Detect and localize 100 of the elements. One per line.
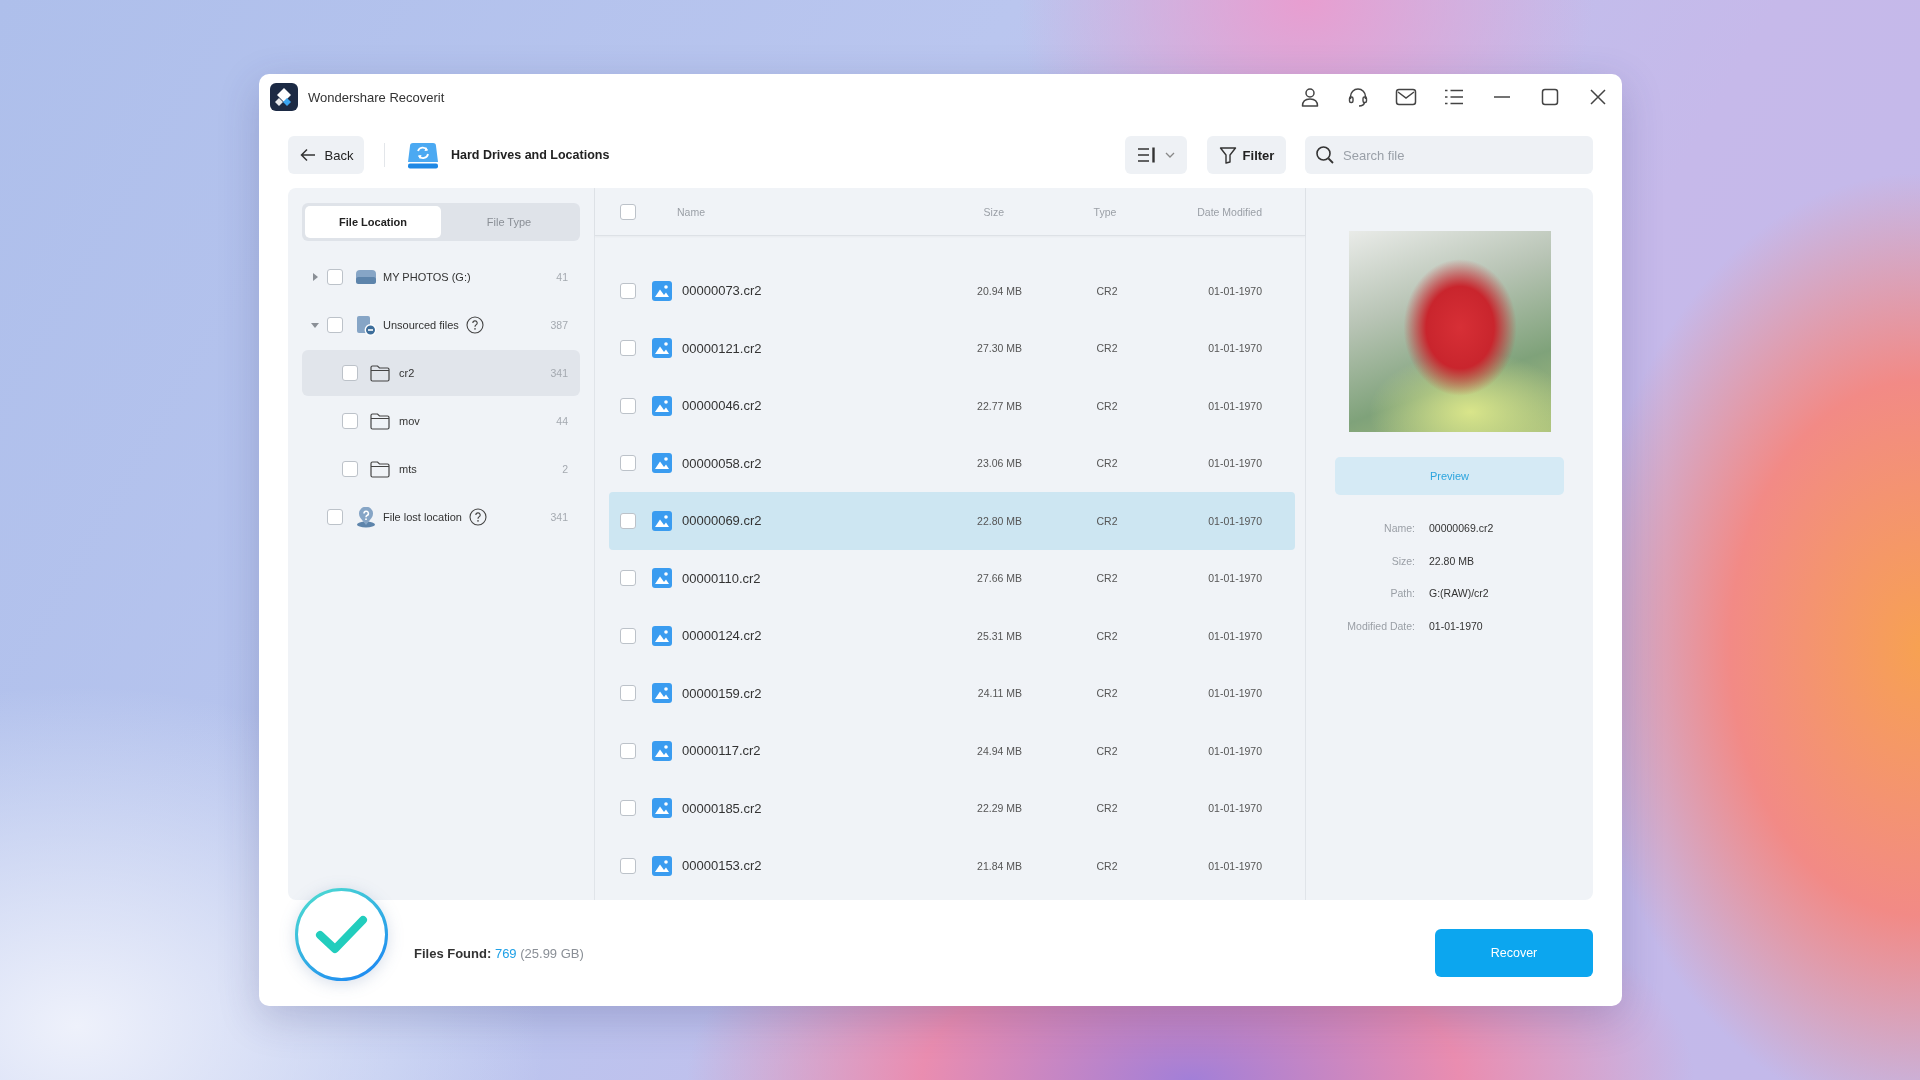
help-icon[interactable] [465, 316, 484, 334]
item-count: 2 [562, 463, 568, 475]
tree-item[interactable]: MY PHOTOS (G:) 41 [302, 254, 580, 300]
file-row[interactable]: 00000073.cr2 20.94 MB CR2 01-01-1970 [609, 262, 1295, 320]
file-row[interactable]: 00000185.cr2 22.29 MB CR2 01-01-1970 [609, 779, 1295, 837]
checkbox[interactable] [327, 269, 343, 285]
checkbox[interactable] [620, 857, 636, 874]
folder-icon [370, 460, 390, 478]
date-modified: 01-01-1970 [1207, 342, 1262, 355]
tree-item-label: MY PHOTOS (G:) [383, 271, 471, 283]
mail-icon[interactable] [1395, 86, 1417, 108]
tree-item[interactable]: mts 2 [302, 446, 580, 492]
tree-item-label: Unsourced files [383, 319, 459, 331]
date-modified: 01-01-1970 [1207, 514, 1262, 527]
scan-complete-icon [294, 887, 389, 982]
tab[interactable]: File Location [305, 206, 441, 238]
detail-value: 22.80 MB [1429, 554, 1475, 567]
caret-icon[interactable] [311, 321, 319, 329]
checkbox[interactable] [342, 413, 358, 429]
file-type: CR2 [1095, 572, 1119, 585]
date-modified: 01-01-1970 [1207, 629, 1262, 642]
file-name: 00000110.cr2 [682, 570, 762, 586]
files-found-summary: Files Found: 769 (25.99 GB) [414, 945, 584, 961]
file-size: 21.84 MB [976, 859, 1022, 872]
file-type: CR2 [1095, 514, 1119, 527]
tree-item[interactable]: Unsourced files 387 [302, 302, 580, 348]
image-file-icon [652, 855, 672, 876]
file-type: CR2 [1095, 859, 1119, 872]
caret-icon[interactable] [311, 273, 319, 281]
user-icon[interactable] [1299, 86, 1321, 108]
filter-button[interactable]: Filter [1207, 136, 1286, 174]
file-row[interactable]: 00000121.cr2 27.30 MB CR2 01-01-1970 [609, 319, 1295, 377]
window-title: Wondershare Recoverit [308, 89, 445, 105]
file-type: CR2 [1095, 399, 1119, 412]
item-count: 44 [556, 415, 568, 427]
detail-value: 01-01-1970 [1429, 619, 1484, 632]
file-name: 00000124.cr2 [682, 628, 763, 644]
date-modified: 01-01-1970 [1207, 744, 1262, 757]
folder-icon [370, 412, 390, 430]
app-logo-icon [270, 83, 298, 111]
file-name: 00000069.cr2 [682, 513, 763, 529]
checkbox[interactable] [620, 512, 636, 529]
tree-item-label: cr2 [399, 367, 415, 379]
checkbox[interactable] [620, 570, 636, 587]
checkbox[interactable] [327, 317, 343, 333]
checkbox[interactable] [620, 455, 636, 472]
checkbox[interactable] [620, 742, 636, 759]
checkbox[interactable] [620, 340, 636, 357]
checkbox[interactable] [620, 685, 636, 702]
search-field[interactable]: Search file [1305, 136, 1593, 174]
date-modified: 01-01-1970 [1207, 572, 1262, 585]
date-modified: 01-01-1970 [1207, 284, 1262, 297]
file-row[interactable]: 00000058.cr2 23.06 MB CR2 01-01-1970 [609, 434, 1295, 492]
file-row[interactable]: 00000159.cr2 24.11 MB CR2 01-01-1970 [609, 664, 1295, 722]
date-modified: 01-01-1970 [1207, 802, 1262, 815]
tree-item-label: File lost location [383, 511, 462, 523]
date-modified: 01-01-1970 [1207, 457, 1262, 470]
maximize-icon[interactable] [1539, 86, 1561, 108]
file-name: 00000121.cr2 [682, 340, 763, 356]
tree-item[interactable]: File lost location 341 [302, 494, 580, 540]
tree-item[interactable]: mov 44 [302, 398, 580, 444]
checkbox[interactable] [342, 461, 358, 477]
checkbox[interactable] [620, 800, 636, 817]
file-type: CR2 [1095, 629, 1119, 642]
detail-label: Name: [1383, 522, 1415, 535]
headset-icon[interactable] [1347, 86, 1369, 108]
help-icon[interactable] [468, 508, 487, 526]
detail-label: Size: [1390, 554, 1415, 567]
image-file-icon [652, 798, 672, 819]
file-size: 25.31 MB [976, 629, 1022, 642]
drive-icon [355, 269, 377, 285]
image-file-icon [652, 280, 672, 301]
checkbox[interactable] [327, 509, 343, 525]
back-button[interactable]: Back [288, 136, 364, 174]
file-row[interactable]: 00000110.cr2 27.66 MB CR2 01-01-1970 [609, 549, 1295, 607]
file-name: 00000073.cr2 [682, 283, 763, 299]
image-file-icon [652, 683, 672, 704]
file-size: 23.06 MB [976, 457, 1022, 470]
view-mode-button[interactable] [1125, 136, 1187, 174]
file-row[interactable]: 00000153.cr2 21.84 MB CR2 01-01-1970 [609, 837, 1295, 895]
file-row[interactable]: 00000124.cr2 25.31 MB CR2 01-01-1970 [609, 607, 1295, 665]
detail-label: Modified Date: [1346, 619, 1415, 632]
location-pin-icon [355, 506, 377, 528]
tree-item-label: mts [399, 463, 417, 475]
detail-value: 00000069.cr2 [1429, 522, 1495, 535]
select-all-checkbox[interactable] [620, 203, 636, 220]
file-size: 22.77 MB [976, 399, 1022, 412]
item-count: 41 [556, 271, 568, 283]
file-row[interactable]: 00000069.cr2 22.80 MB CR2 01-01-1970 [609, 492, 1295, 550]
tree-item[interactable]: cr2 341 [302, 350, 580, 396]
checkbox[interactable] [620, 282, 636, 299]
item-count: 341 [550, 511, 568, 523]
file-name: 00000117.cr2 [682, 743, 762, 759]
checkbox[interactable] [342, 365, 358, 381]
file-size: 24.11 MB [976, 687, 1022, 700]
file-size: 22.29 MB [976, 802, 1022, 815]
file-row[interactable]: 00000117.cr2 24.94 MB CR2 01-01-1970 [609, 722, 1295, 780]
file-row[interactable]: 00000046.cr2 22.77 MB CR2 01-01-1970 [609, 377, 1295, 435]
checkbox[interactable] [620, 627, 636, 644]
checkbox[interactable] [620, 397, 636, 414]
